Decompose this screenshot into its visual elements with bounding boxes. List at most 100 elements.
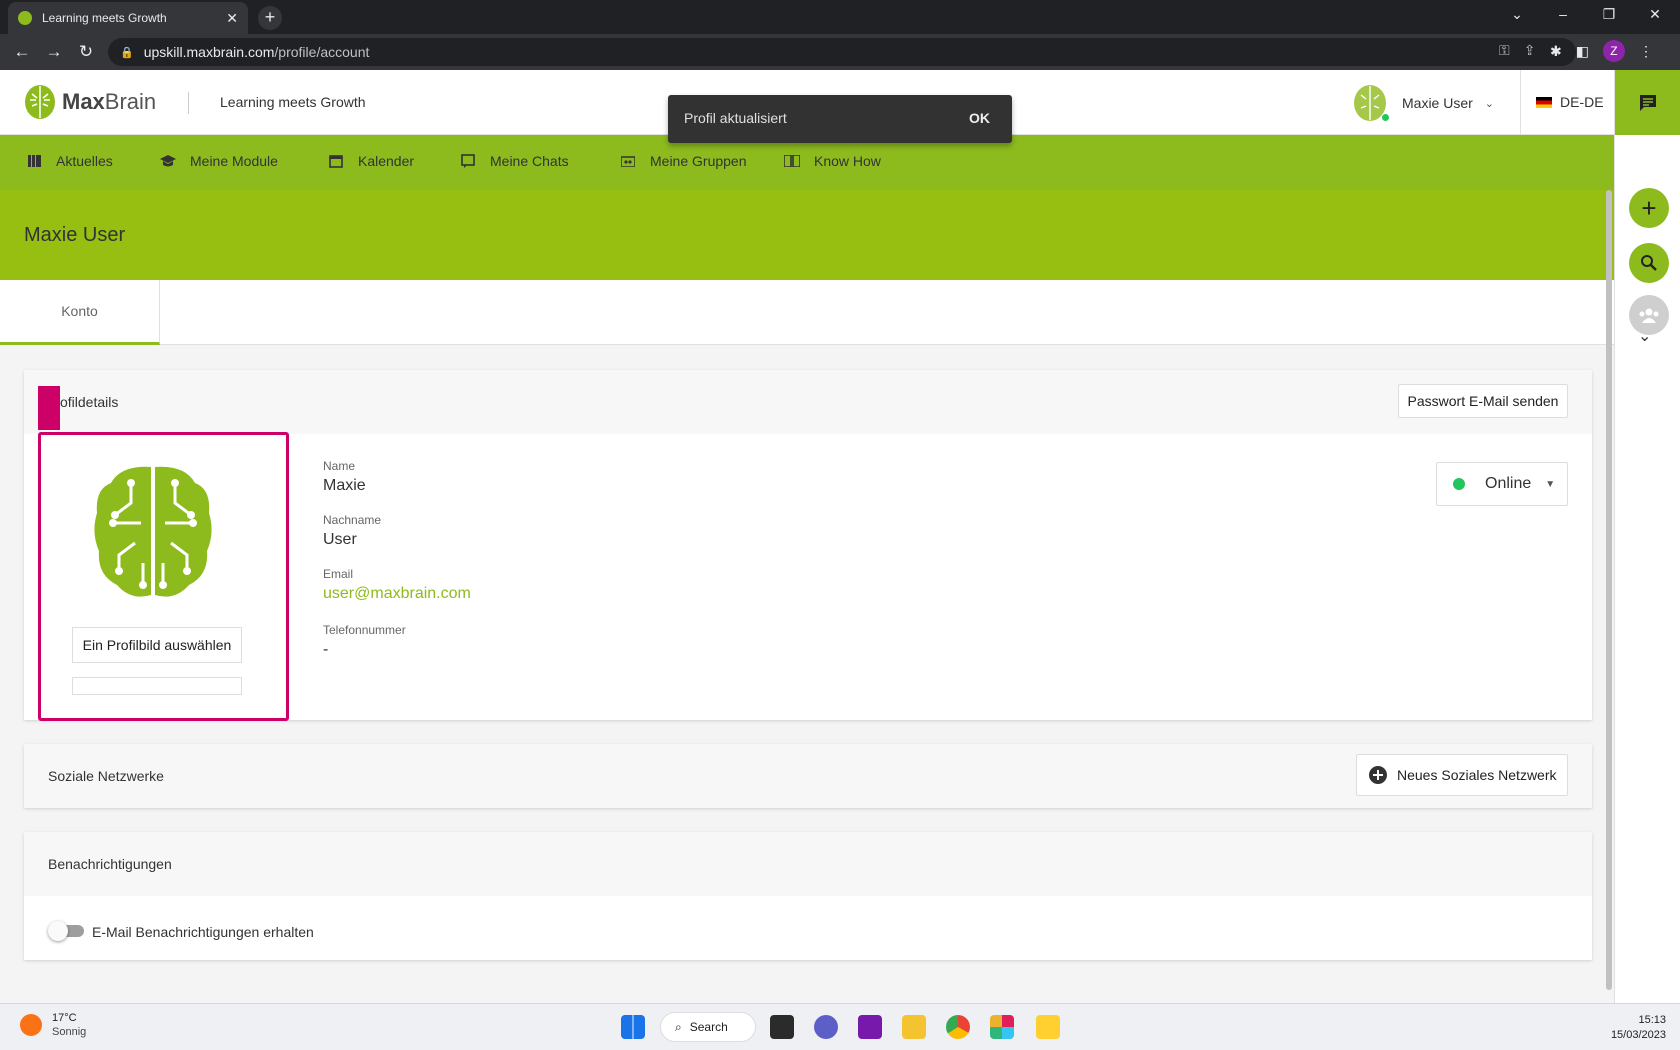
header-divider-lang xyxy=(1520,70,1521,135)
notifications-title: Benachrichtigungen xyxy=(48,856,172,872)
german-flag-icon xyxy=(1536,96,1552,108)
toast-ok-button[interactable]: OK xyxy=(969,110,990,126)
browser-tab-title: Learning meets Growth xyxy=(42,11,167,25)
windows-taskbar: 17°C Sonnig ⌕ Search 15:13 15/03/2023 xyxy=(0,1003,1680,1050)
nav-label: Meine Chats xyxy=(490,153,569,169)
people-icon xyxy=(1639,308,1659,323)
close-tab-icon[interactable]: ✕ xyxy=(226,10,238,27)
profile-details-header: ofildetails Passwort E-Mail senden xyxy=(24,370,1592,434)
maxbrain-logo[interactable]: MaxBrain xyxy=(24,84,156,120)
calendar-icon xyxy=(328,154,344,168)
close-window-button[interactable]: ✕ xyxy=(1632,0,1678,30)
nav-item-know-how[interactable]: Know How xyxy=(784,153,881,169)
add-social-network-button[interactable]: Neues Soziales Netzwerk xyxy=(1356,754,1568,796)
lastname-value: User xyxy=(323,531,357,548)
browser-tab[interactable]: Learning meets Growth ✕ xyxy=(8,2,248,34)
add-button[interactable]: + xyxy=(1629,188,1669,228)
choose-profile-picture-button[interactable]: Ein Profilbild auswählen xyxy=(72,627,242,663)
expand-chevron-icon[interactable]: ⌄ xyxy=(1638,326,1651,346)
reload-icon[interactable]: ↻ xyxy=(70,42,102,62)
onenote-icon[interactable] xyxy=(858,1015,882,1039)
nav-item-aktuelles[interactable]: Aktuelles xyxy=(26,153,113,169)
toggle-knob xyxy=(48,921,68,941)
nav-item-kalender[interactable]: Kalender xyxy=(328,153,414,169)
nav-item-meine-module[interactable]: Meine Module xyxy=(160,153,278,169)
chrome-icon[interactable] xyxy=(946,1015,970,1039)
header-user-name: Maxie User xyxy=(1402,95,1473,111)
page-banner: Maxie User xyxy=(0,190,1614,280)
search-button[interactable] xyxy=(1629,243,1669,283)
status-value: Online xyxy=(1485,475,1532,492)
brain-profile-image-icon xyxy=(94,466,212,597)
language-label: DE-DE xyxy=(1560,94,1604,110)
url-host: upskill.maxbrain.com xyxy=(143,44,275,60)
weather-condition: Sonnig xyxy=(52,1026,87,1038)
share-icon[interactable]: ⇪ xyxy=(1524,42,1536,59)
add-social-network-label: Neues Soziales Netzwerk xyxy=(1397,767,1557,783)
extensions-puzzle-icon[interactable]: ✱ xyxy=(1550,43,1562,60)
restore-button[interactable]: ❐ xyxy=(1586,0,1632,30)
browser-toolbar: ← → ↻ 🔒 upskill.maxbrain.com /profile/ac… xyxy=(0,34,1680,70)
user-menu[interactable]: Maxie User ⌄ xyxy=(1352,84,1494,122)
chat-icon xyxy=(460,154,476,168)
email-notifications-toggle[interactable] xyxy=(48,921,84,941)
browser-extension-area: ✱ ◧ Z ⋮ xyxy=(1550,40,1653,62)
browser-menu-icon[interactable]: ⋮ xyxy=(1639,43,1653,60)
slack-icon[interactable] xyxy=(990,1015,1014,1039)
miro-icon[interactable] xyxy=(1036,1015,1060,1039)
brand-light: Brain xyxy=(104,89,157,114)
sun-icon xyxy=(20,1014,42,1036)
user-avatar xyxy=(1352,84,1390,122)
clock-date: 15/03/2023 xyxy=(1610,1029,1666,1041)
teams-chat-icon[interactable] xyxy=(814,1015,838,1039)
key-icon[interactable]: ⚿ xyxy=(1499,42,1510,59)
nav-label: Meine Gruppen xyxy=(650,153,747,169)
forward-icon[interactable]: → xyxy=(38,42,70,62)
side-panel-icon[interactable]: ◧ xyxy=(1576,43,1589,60)
nav-item-meine-gruppen[interactable]: Meine Gruppen xyxy=(620,153,747,169)
url-path: /profile/account xyxy=(274,44,370,60)
browser-profile-avatar[interactable]: Z xyxy=(1602,40,1625,62)
graduation-cap-icon xyxy=(160,154,176,168)
toast-message: Profil aktualisiert xyxy=(684,110,787,126)
social-networks-card: Soziale Netzwerke Neues Soziales Netzwer… xyxy=(24,744,1592,808)
profile-details-title: ofildetails xyxy=(60,394,119,410)
task-view-icon[interactable] xyxy=(770,1015,794,1039)
chat-panel-button[interactable] xyxy=(1615,70,1680,135)
system-clock[interactable]: 15:13 15/03/2023 xyxy=(1611,1013,1666,1043)
weather-widget[interactable]: 17°C Sonnig xyxy=(20,1012,86,1038)
taskbar-search[interactable]: ⌕ Search xyxy=(660,1012,756,1042)
nav-item-meine-chats[interactable]: Meine Chats xyxy=(460,153,569,169)
snackbar-toast: Profil aktualisiert OK xyxy=(668,95,1012,143)
page-scrollbar[interactable] xyxy=(1606,190,1612,990)
notifications-header: Benachrichtigungen xyxy=(24,832,1592,896)
language-selector[interactable]: DE-DE xyxy=(1536,94,1604,110)
windows-start-icon[interactable] xyxy=(621,1015,645,1039)
page-title: Maxie User xyxy=(24,224,126,246)
phone-value: - xyxy=(323,641,329,658)
send-password-email-button[interactable]: Passwort E-Mail senden xyxy=(1398,384,1568,418)
browser-tab-bar: Learning meets Growth ✕ + ⌄ – ❐ ✕ xyxy=(0,0,1680,34)
tab-search-icon[interactable]: ⌄ xyxy=(1494,0,1540,30)
minimize-button[interactable]: – xyxy=(1540,0,1586,30)
chevron-down-icon: ⌄ xyxy=(1484,97,1495,110)
name-label: Name xyxy=(323,459,356,473)
nav-label: Aktuelles xyxy=(56,153,113,169)
caret-down-icon: ▼ xyxy=(1545,478,1556,490)
file-explorer-icon[interactable] xyxy=(902,1015,926,1039)
new-tab-button[interactable]: + xyxy=(258,6,282,30)
notifications-card: Benachrichtigungen E-Mail Benachrichtigu… xyxy=(24,832,1592,960)
social-networks-header: Soziale Netzwerke Neues Soziales Netzwer… xyxy=(24,744,1592,808)
taskbar-search-label: Search xyxy=(689,1020,728,1034)
tab-konto[interactable]: Konto xyxy=(0,280,160,345)
email-link[interactable]: user@maxbrain.com xyxy=(323,585,471,603)
address-bar[interactable]: 🔒 upskill.maxbrain.com /profile/account … xyxy=(108,38,1576,66)
book-icon xyxy=(784,154,800,168)
upload-progress-field xyxy=(72,677,242,695)
back-icon[interactable]: ← xyxy=(6,42,38,62)
main-nav: Aktuelles Meine Module Kalender Meine Ch… xyxy=(0,135,1614,190)
temperature: 17°C xyxy=(52,1012,77,1024)
status-dropdown[interactable]: Online ▼ xyxy=(1436,462,1568,506)
brand-bold: Max xyxy=(62,89,105,114)
message-icon xyxy=(1640,94,1656,111)
